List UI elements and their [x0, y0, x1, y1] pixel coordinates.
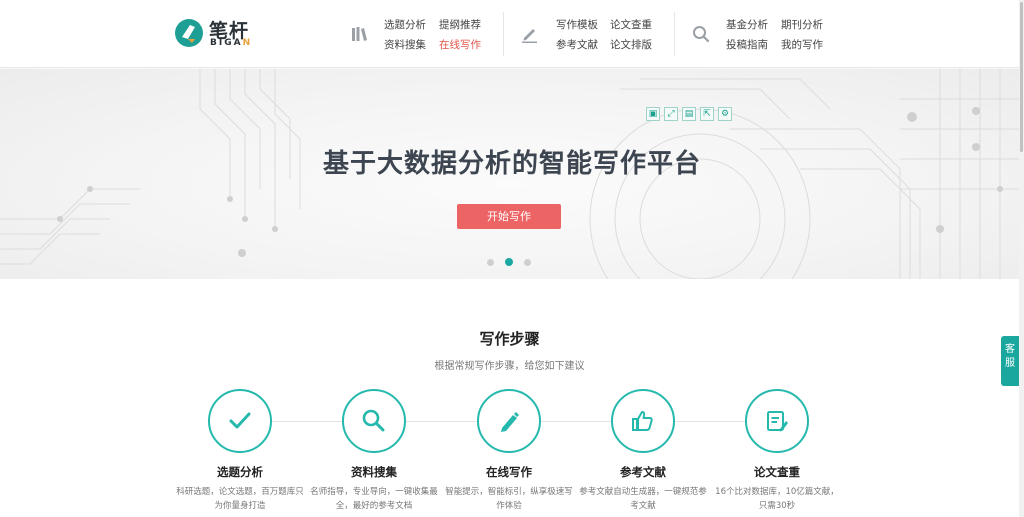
search-icon: [362, 409, 385, 432]
step-desc: 科研选题，论文选题，百万题库只为你量身打造: [176, 487, 304, 511]
step-name: 选题分析: [217, 465, 263, 479]
step-desc: 智能提示，智能标引，纵享极速写作体验: [445, 487, 573, 511]
nav-online-writing[interactable]: 在线写作: [439, 37, 481, 52]
scrollbar-thumb[interactable]: [1020, 2, 1023, 152]
pen-icon: [501, 412, 519, 432]
step-name: 在线写作: [486, 465, 532, 479]
nav-topic-analysis[interactable]: 选题分析: [384, 17, 426, 32]
check-icon: [229, 412, 251, 429]
section-subtitle: 根据常规写作步骤，给您如下建议: [434, 361, 585, 372]
logo[interactable]: 笔杆 BIGAN: [173, 17, 263, 51]
step-desc: 参考文献自动生成器，一键规范参考文献: [579, 487, 707, 511]
step-circle[interactable]: [342, 389, 406, 453]
image-toolbar: ▣ ⤢ ▤ ⇱ ⚙: [646, 107, 732, 121]
nav-writing-template[interactable]: 写作模板: [556, 17, 598, 32]
logo-subtext: BIGAN: [210, 38, 253, 48]
nav-fund-analysis[interactable]: 基金分析: [726, 17, 768, 32]
nav-submission-guide[interactable]: 投稿指南: [726, 37, 768, 52]
step-circle[interactable]: [477, 389, 541, 453]
site-header: 笔杆 BIGAN 选题分析 提纲推荐 资料搜集 在线写作 写作模板 论文查重 参…: [0, 0, 1019, 68]
nav-journal-analysis[interactable]: 期刊分析: [781, 17, 823, 32]
export-icon[interactable]: ⇱: [700, 107, 714, 121]
nav-references[interactable]: 参考文献: [556, 37, 598, 52]
search-icon: [693, 26, 710, 43]
carousel-dot[interactable]: [524, 259, 531, 266]
start-writing-button[interactable]: 开始写作: [457, 204, 561, 229]
save-icon[interactable]: ▤: [682, 107, 696, 121]
nav-divider: [674, 12, 675, 56]
nav-my-writing[interactable]: 我的写作: [781, 37, 823, 52]
page-scrollbar[interactable]: [1019, 0, 1024, 517]
customer-service-tab[interactable]: 客 服: [1001, 336, 1019, 386]
step-name: 参考文献: [620, 465, 666, 479]
hero-banner: ▣ ⤢ ▤ ⇱ ⚙ 基于大数据分析的智能写作平台 开始写作: [0, 69, 1019, 279]
step-circle[interactable]: [611, 389, 675, 453]
document-edit-icon: [767, 411, 788, 432]
step-circle[interactable]: [745, 389, 809, 453]
nav-divider: [503, 12, 504, 56]
fullscreen-icon[interactable]: ⤢: [664, 107, 678, 121]
nav-typesetting[interactable]: 论文排版: [610, 37, 652, 52]
carousel-dot-active[interactable]: [505, 258, 513, 266]
carousel-dot[interactable]: [487, 259, 494, 266]
image-icon[interactable]: ▣: [646, 107, 660, 121]
step-circle[interactable]: [208, 389, 272, 453]
pencil-icon: [522, 29, 537, 43]
step-name: 论文查重: [754, 465, 800, 479]
step-name: 资料搜集: [351, 465, 397, 479]
banner-title: 基于大数据分析的智能写作平台: [322, 149, 701, 179]
thumbs-up-icon: [632, 411, 653, 431]
step-desc: 名师指导，专业导向，一键收集最全，最好的参考文档: [310, 487, 438, 511]
settings-icon[interactable]: ⚙: [718, 107, 732, 121]
nav-material-search[interactable]: 资料搜集: [384, 37, 426, 52]
nav-outline-recommend[interactable]: 提纲推荐: [439, 17, 481, 32]
section-title: 写作步骤: [479, 330, 540, 348]
books-icon: [352, 27, 367, 41]
step-desc: 16个比对数据库，10亿篇文献，只需30秒: [715, 487, 839, 511]
nav-plagiarism-check[interactable]: 论文查重: [610, 17, 652, 32]
logo-mark-icon: [175, 19, 203, 47]
